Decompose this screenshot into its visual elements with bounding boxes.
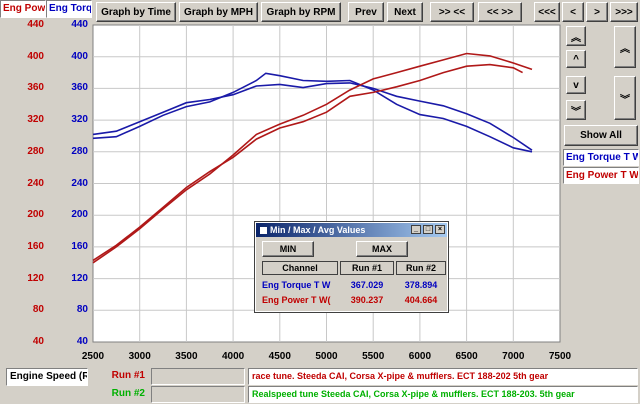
x-tick-label: 7000 xyxy=(502,351,525,362)
dialog-icon xyxy=(260,226,267,234)
run2-description-box: Realspeed tune Steeda CAI, Corsa X-pipe … xyxy=(248,386,638,403)
right-scroll-up-fast-button[interactable]: ︽ xyxy=(614,26,636,68)
run2-label: Run #2 xyxy=(111,388,145,399)
x-tick-label: 6500 xyxy=(455,351,478,362)
min-max-dialog[interactable]: Min / Max / Avg Values _ □ × MIN MAX Cha… xyxy=(254,221,449,313)
row-power-channel: Eng Power T W( xyxy=(262,295,331,305)
run1-label: Run #1 xyxy=(111,370,145,381)
right-scroll-down-fast-button[interactable]: ︾ xyxy=(614,76,636,120)
dialog-title: Min / Max / Avg Values xyxy=(270,225,366,235)
row-torque-run2: 378.894 xyxy=(404,280,438,290)
x-tick-label: 5500 xyxy=(362,351,385,362)
x-tick-label: 4500 xyxy=(269,351,292,362)
maximize-icon[interactable]: □ xyxy=(423,225,433,234)
run2-file-box[interactable] xyxy=(151,386,245,403)
x-tick-label: 3000 xyxy=(129,351,152,362)
x-tick-label: 4000 xyxy=(222,351,245,362)
row-power-run2: 404.664 xyxy=(404,295,438,305)
x-channel-select[interactable]: Engine Speed (R xyxy=(6,368,88,386)
row-power-run1: 390.237 xyxy=(350,295,384,305)
legend-torque-label: Eng Torque T W xyxy=(566,152,638,163)
run1-description-box: race tune. Steeda CAI, Corsa X-pipe & mu… xyxy=(248,368,638,385)
x-tick-label: 3500 xyxy=(175,351,198,362)
run2-description: Realspeed tune Steeda CAI, Corsa X-pipe … xyxy=(252,389,575,399)
x-tick-label: 5000 xyxy=(315,351,338,362)
run1-file-box[interactable] xyxy=(151,368,245,385)
scroll-down-button[interactable]: v xyxy=(566,76,586,94)
x-tick-label: 2500 xyxy=(82,351,105,362)
rpm-chart: 2500 3000 3500 4000 4500 5000 5500 6000 6500 7000… xyxy=(82,24,572,362)
col-run2: Run #2 xyxy=(396,261,446,275)
row-torque-run1: 367.029 xyxy=(350,280,384,290)
scroll-up-fast-button[interactable]: ︽ xyxy=(566,26,586,46)
x-channel-label: Engine Speed (R xyxy=(10,371,87,382)
max-button[interactable]: MAX xyxy=(356,241,408,257)
col-run1: Run #1 xyxy=(340,261,394,275)
row-torque-channel: Eng Torque T W xyxy=(262,280,331,290)
x-tick-label: 6000 xyxy=(409,351,432,362)
scroll-up-button[interactable]: ^ xyxy=(566,50,586,68)
legend-torque[interactable]: Eng Torque T W xyxy=(563,149,639,166)
x-tick-label: 7500 xyxy=(549,351,572,362)
close-icon[interactable]: × xyxy=(435,225,445,234)
min-button[interactable]: MIN xyxy=(262,241,314,257)
show-all-button[interactable]: Show All xyxy=(564,125,638,146)
run1-description: race tune. Steeda CAI, Corsa X-pipe & mu… xyxy=(252,371,549,381)
scroll-down-fast-button[interactable]: ︾ xyxy=(566,100,586,120)
legend-power[interactable]: Eng Power T W xyxy=(563,167,639,184)
col-channel: Channel xyxy=(262,261,338,275)
legend-power-label: Eng Power T W xyxy=(566,170,638,181)
minimize-icon[interactable]: _ xyxy=(411,225,421,234)
